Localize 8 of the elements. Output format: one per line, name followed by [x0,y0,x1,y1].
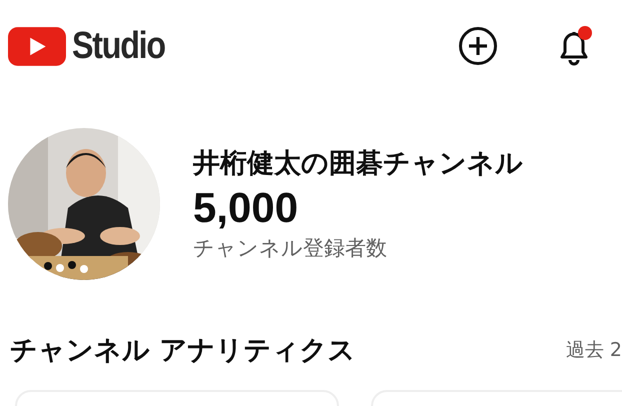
subscriber-label: チャンネル登録者数 [193,235,388,262]
period-label[interactable]: 過去 2 [566,337,622,363]
logo-text: Studio [72,24,165,68]
subscriber-count: 5,000 [193,183,300,233]
add-icon[interactable] [458,26,498,66]
section-title: チャンネル アナリティクス [10,334,356,368]
channel-name: 井桁健太の囲碁チャンネル [193,147,523,181]
play-logo-icon [8,26,66,66]
